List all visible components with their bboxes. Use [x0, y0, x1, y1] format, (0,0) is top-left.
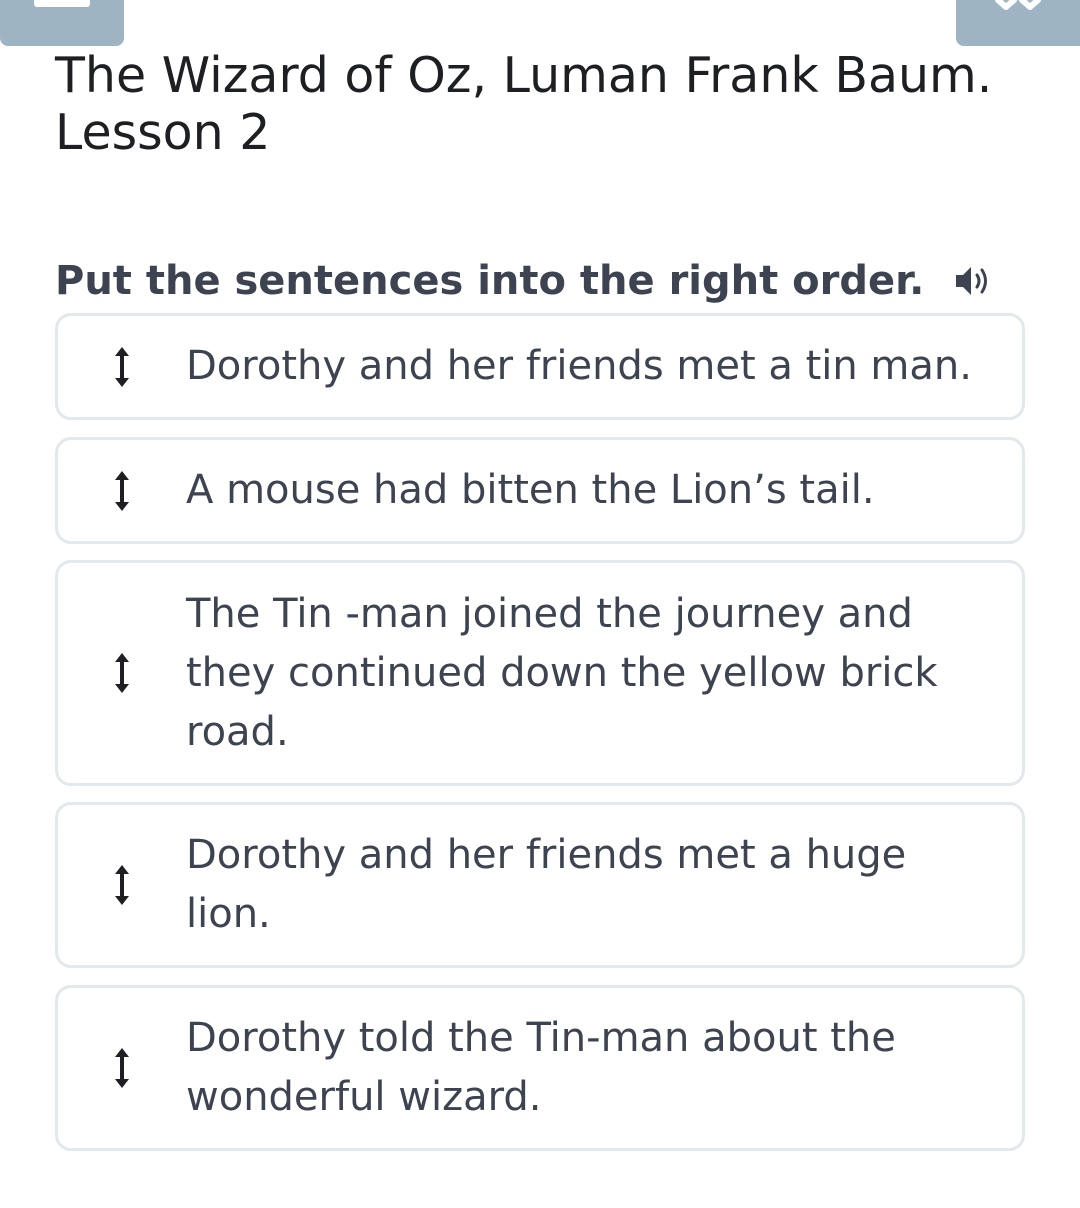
sentence-text: Dorothy and her friends met a huge lion. — [186, 832, 907, 937]
task-instruction: Put the sentences into the right order. — [55, 258, 996, 304]
instruction-text: Put the sentences into the right order. — [55, 258, 925, 304]
sentence-text: The Tin -man joined the journey and they… — [186, 590, 938, 755]
sortable-sentence-list: Dorothy and her friends met a tin man. A… — [55, 313, 1025, 1151]
vertical-arrows-icon — [115, 346, 129, 387]
sortable-item[interactable]: A mouse had bitten the Lion’s tail. — [55, 437, 1025, 544]
page-title: The Wizard of Oz, Luman Frank Baum. Less… — [55, 47, 993, 161]
menu-icon — [34, 0, 90, 7]
sentence-text: A mouse had bitten the Lion’s tail. — [186, 467, 875, 513]
speaker-icon[interactable] — [952, 261, 996, 301]
sortable-item[interactable]: Dorothy and her friends met a huge lion. — [55, 802, 1025, 968]
sortable-item[interactable]: Dorothy told the Tin-man about the wonde… — [55, 985, 1025, 1151]
drag-handle[interactable] — [58, 470, 186, 512]
vertical-arrows-icon — [115, 865, 129, 905]
drag-handle[interactable] — [58, 652, 186, 694]
vertical-arrows-icon — [115, 1048, 129, 1088]
vertical-arrows-icon — [115, 653, 129, 693]
sortable-item[interactable]: Dorothy and her friends met a tin man. — [55, 313, 1025, 420]
drag-handle[interactable] — [58, 346, 186, 388]
drag-handle[interactable] — [58, 864, 186, 906]
menu-button[interactable] — [0, 0, 124, 46]
sortable-item[interactable]: The Tin -man joined the journey and they… — [55, 560, 1025, 786]
drag-handle[interactable] — [58, 1047, 186, 1089]
vertical-arrows-icon — [115, 470, 129, 511]
sentence-text: Dorothy and her friends met a tin man. — [186, 343, 972, 389]
close-icon — [995, 0, 1041, 10]
close-button[interactable] — [956, 0, 1080, 46]
sentence-text: Dorothy told the Tin-man about the wonde… — [186, 1015, 896, 1120]
